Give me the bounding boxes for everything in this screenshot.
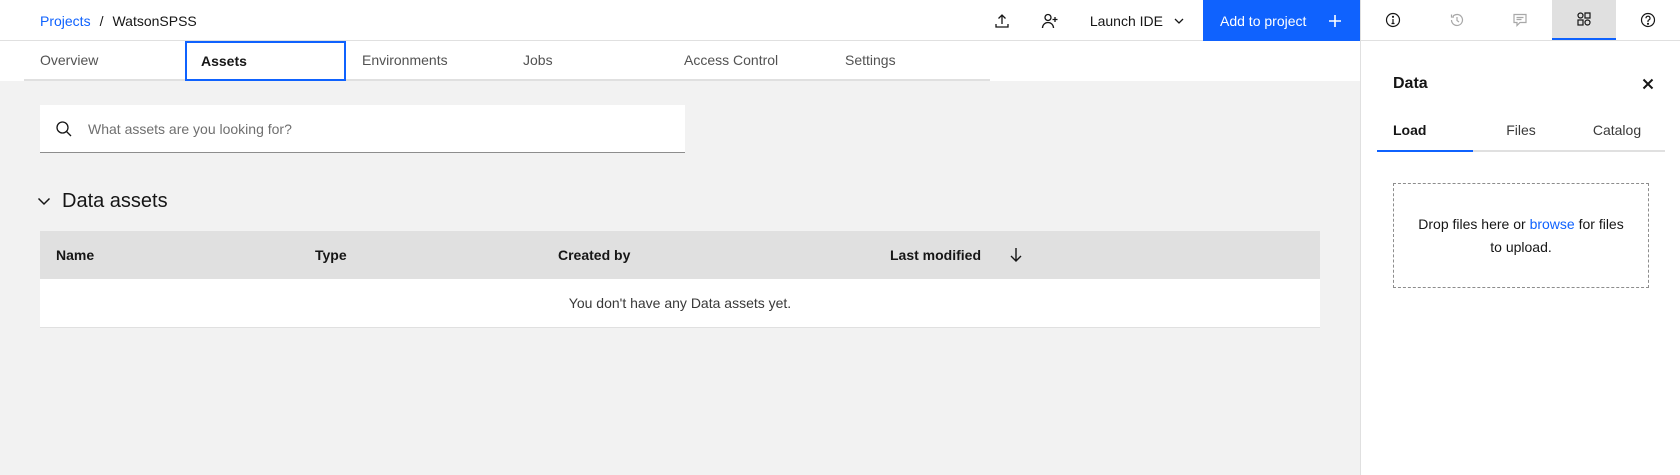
panel-tab-load[interactable]: Load — [1377, 110, 1473, 152]
column-header-last-modified[interactable]: Last modified — [890, 231, 1023, 279]
upload-icon — [995, 13, 1009, 28]
tab-jobs[interactable]: Jobs — [507, 41, 668, 81]
panel-tab-catalog[interactable]: Catalog — [1569, 110, 1665, 152]
last-modified-label: Last modified — [890, 247, 982, 263]
empty-table-message: You don't have any Data assets yet. — [40, 279, 1320, 328]
search-icon-wrap — [40, 105, 88, 153]
info-icon — [1385, 12, 1400, 28]
search-input[interactable] — [88, 120, 668, 137]
plus-icon — [1329, 14, 1341, 27]
info-button[interactable] — [1361, 0, 1425, 40]
launch-ide-label: Launch IDE — [1089, 12, 1163, 29]
comments-button[interactable] — [1489, 0, 1553, 40]
arrow-down-icon — [1010, 248, 1022, 262]
breadcrumb-separator: / — [99, 12, 104, 29]
data-assets-table: Name Type Created by Last modified You d… — [40, 231, 1320, 328]
comment-icon — [1513, 13, 1528, 27]
chevron-down-icon — [37, 197, 51, 206]
side-rail — [1360, 0, 1680, 41]
data-panel-button[interactable] — [1552, 0, 1617, 40]
help-icon — [1640, 12, 1656, 28]
section-title: Data assets — [62, 189, 168, 212]
assets-main: Data assets Name Type Created by Last mo… — [0, 81, 1360, 475]
history-icon — [1450, 13, 1463, 27]
asset-search — [40, 105, 685, 153]
breadcrumb-current: WatsonSPSS — [112, 12, 197, 29]
dropzone-text-start: Drop files here or — [1418, 215, 1530, 232]
file-dropzone[interactable]: Drop files here or browse for files to u… — [1393, 183, 1649, 288]
data-panel: Data Load Files Catalog Drop files here … — [1360, 41, 1680, 475]
panel-title: Data — [1393, 75, 1428, 92]
panel-tabs: Load Files Catalog — [1377, 110, 1665, 152]
breadcrumb: Projects / WatsonSPSS — [40, 0, 197, 41]
history-button[interactable] — [1425, 0, 1489, 40]
column-header-type[interactable]: Type — [315, 231, 347, 279]
close-panel-button[interactable] — [1638, 74, 1658, 94]
column-header-created-by[interactable]: Created by — [558, 231, 630, 279]
breadcrumb-projects-link[interactable]: Projects — [40, 13, 91, 29]
tab-settings[interactable]: Settings — [829, 41, 990, 81]
dropzone-text: Drop files here or browse for files to u… — [1414, 213, 1628, 259]
close-icon — [1642, 78, 1654, 90]
tab-environments[interactable]: Environments — [346, 41, 507, 81]
tab-access-control[interactable]: Access Control — [668, 41, 829, 81]
top-header: Projects / WatsonSPSS Launch IDE Add to … — [0, 0, 1360, 41]
add-collaborator-button[interactable] — [1026, 0, 1074, 41]
add-user-icon — [1041, 13, 1058, 28]
table-header: Name Type Created by Last modified — [40, 231, 1320, 279]
tab-overview[interactable]: Overview — [24, 41, 185, 81]
data-icon — [1577, 12, 1591, 26]
data-assets-toggle[interactable]: Data assets — [36, 187, 168, 215]
column-header-name[interactable]: Name — [56, 231, 94, 279]
help-button[interactable] — [1616, 0, 1680, 40]
browse-link[interactable]: browse — [1530, 216, 1575, 232]
header-actions: Launch IDE Add to project — [978, 0, 1360, 41]
upload-button[interactable] — [978, 0, 1026, 41]
add-to-project-label: Add to project — [1220, 12, 1307, 29]
tab-assets[interactable]: Assets — [185, 41, 346, 81]
search-icon — [56, 120, 72, 136]
chevron-down-icon — [1174, 18, 1184, 24]
project-tabs: Overview Assets Environments Jobs Access… — [24, 41, 990, 81]
launch-ide-dropdown[interactable]: Launch IDE — [1074, 0, 1203, 41]
panel-tab-files[interactable]: Files — [1473, 110, 1569, 152]
add-to-project-button[interactable]: Add to project — [1203, 0, 1360, 41]
